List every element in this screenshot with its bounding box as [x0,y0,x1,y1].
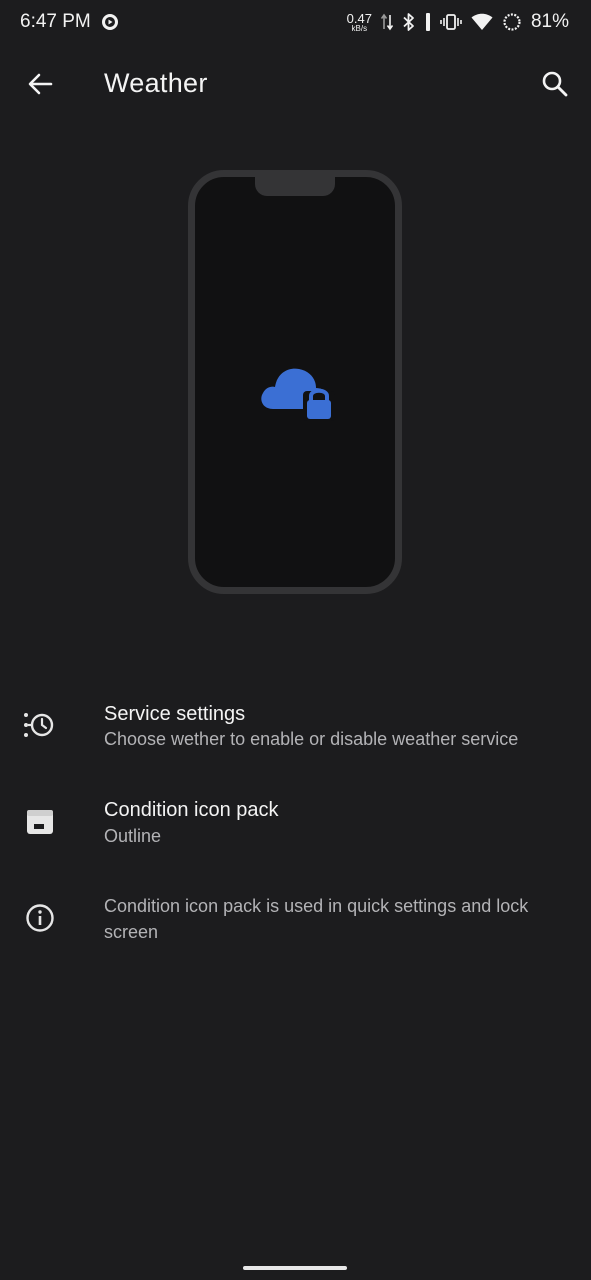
status-time: 6:47 PM [20,11,91,32]
info-icon [22,900,58,936]
signal-bar-icon [425,12,431,32]
back-button[interactable] [20,64,60,104]
net-speed-unit: kB/s [351,23,368,33]
net-speed-value: 0.47 [346,10,372,26]
battery-icon [502,12,522,32]
status-bar: 6:47 PM 0.47 kB/s 81% [0,0,591,44]
arrow-back-icon [27,71,53,97]
pref-summary: Outline [104,826,162,846]
icon-pack-icon [22,804,58,840]
info-text: Condition icon pack is used in quick set… [104,896,529,942]
search-icon [541,70,569,98]
battery-percent: 81% [530,11,569,32]
status-right: 0.47 kB/s 81% [347,11,569,33]
media-icon [101,13,119,31]
page-title: Weather [104,68,208,98]
status-left: 6:47 PM [20,11,119,33]
home-indicator[interactable] [243,1266,347,1270]
search-button[interactable] [535,64,575,104]
pref-summary: Choose wether to enable or disable weath… [104,729,519,749]
history-toggle-icon [22,707,58,743]
bluetooth-icon [402,12,416,32]
phone-illustration [188,170,402,594]
data-arrows-icon [380,13,393,31]
cloud-lock-icon [259,353,339,428]
pref-condition-icon-pack[interactable]: Condition icon pack Outline [0,786,591,874]
pref-service-settings[interactable]: Service settings Choose wether to enable… [0,690,591,778]
vibrate-icon [440,13,462,31]
net-speed: 0.47 kB/s [347,12,372,33]
phone-notch [255,176,335,196]
pref-title: Condition icon pack [104,799,279,821]
info-footer: Condition icon pack is used in quick set… [0,884,591,964]
app-bar: Weather [0,44,591,124]
wifi-icon [471,13,493,31]
weather-settings-screen: 6:47 PM 0.47 kB/s 81% Weather Service se… [0,0,591,1280]
pref-title: Service settings [104,703,246,725]
